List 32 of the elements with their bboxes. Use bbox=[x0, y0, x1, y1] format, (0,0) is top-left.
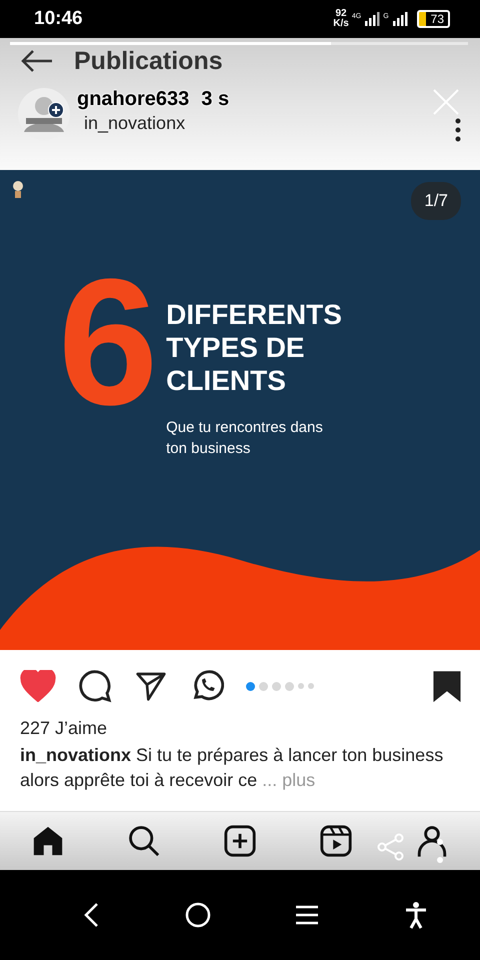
post-caption: in_novationx Si tu te prépares à lancer ton business alors apprête toi à recevoir ce ... plus bbox=[19, 744, 444, 792]
status-age: 3 s bbox=[201, 88, 230, 111]
page-title: Publications bbox=[74, 46, 223, 76]
slide-counter: 1/7 bbox=[411, 182, 461, 220]
search-icon[interactable] bbox=[127, 824, 161, 858]
like-count: 227 J’aime bbox=[19, 717, 108, 739]
add-post-icon[interactable] bbox=[223, 824, 257, 858]
slide-number: 6 bbox=[58, 258, 158, 428]
home-button-icon[interactable] bbox=[184, 902, 211, 928]
accessibility-icon[interactable] bbox=[404, 901, 428, 929]
bookmark-icon[interactable] bbox=[432, 670, 462, 702]
slide-subtitle: Que tu rencontres dans ton business bbox=[166, 418, 324, 459]
heart-icon[interactable] bbox=[20, 670, 56, 702]
battery-indicator: 73 bbox=[416, 10, 450, 28]
slide-headline: DIFFERENTS TYPES DE CLIENTS bbox=[166, 298, 342, 397]
profile-icon[interactable] bbox=[415, 824, 449, 858]
video-play-icon[interactable] bbox=[319, 824, 353, 858]
clock-time: 10:46 bbox=[34, 8, 83, 30]
network-speed: 92 K/s bbox=[333, 9, 349, 29]
comment-icon[interactable] bbox=[78, 669, 112, 703]
signal-icon bbox=[392, 11, 408, 27]
signal-icon bbox=[364, 11, 380, 27]
more-icon[interactable] bbox=[436, 838, 444, 864]
home-icon[interactable] bbox=[31, 824, 65, 858]
back-icon[interactable] bbox=[82, 902, 100, 928]
more-icon[interactable] bbox=[455, 118, 461, 142]
status-owner-name: gnahore633 bbox=[77, 88, 190, 111]
back-arrow-icon[interactable] bbox=[20, 49, 54, 73]
add-icon[interactable] bbox=[48, 102, 64, 118]
menu-icon[interactable] bbox=[295, 905, 320, 925]
send-icon[interactable] bbox=[134, 670, 168, 702]
account-name[interactable]: in_novationx bbox=[84, 112, 186, 134]
